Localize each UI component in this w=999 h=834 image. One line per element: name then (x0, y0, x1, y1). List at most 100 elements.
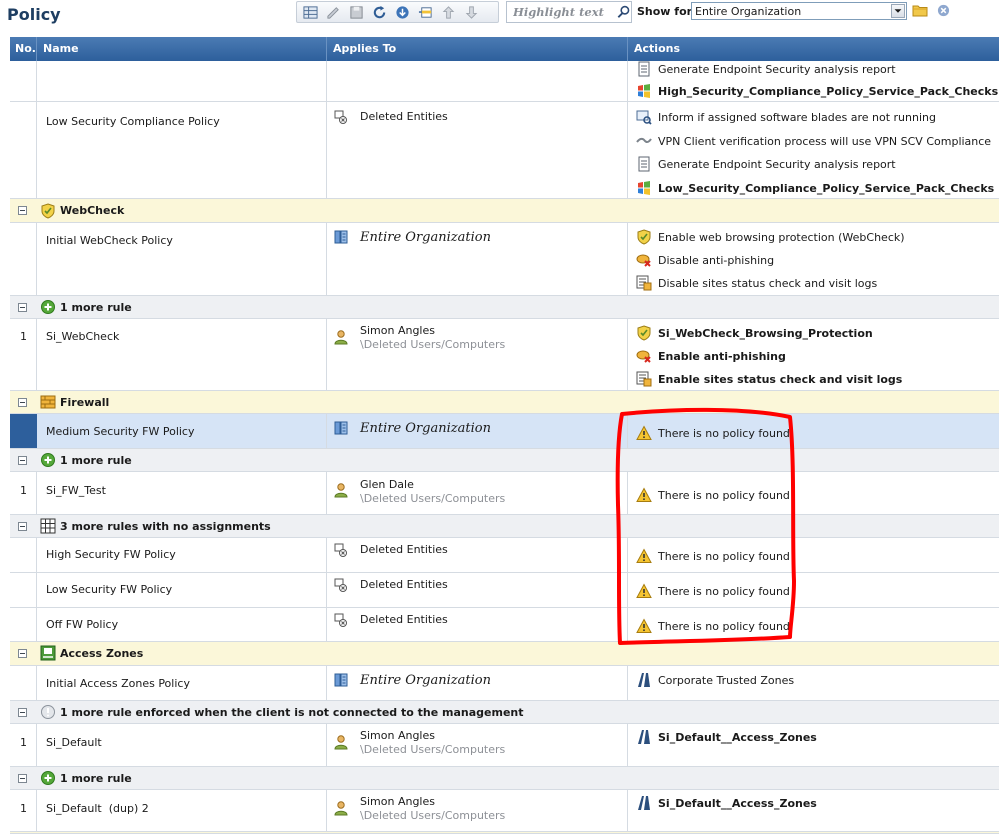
action-item[interactable]: Si_Default__Access_Zones (636, 729, 817, 745)
user-name: Glen Dale (360, 478, 414, 491)
plus-circle-icon (41, 771, 55, 785)
plus-circle-icon (41, 453, 55, 467)
rule-name: Off FW Policy (46, 618, 119, 631)
deleted-entities-icon (334, 110, 347, 124)
rule-name: Si_Default (46, 736, 102, 749)
table-row[interactable]: Initial WebCheck Policy Entire Organizat… (10, 223, 999, 296)
trusted-zones-icon (638, 796, 650, 810)
action-item[interactable]: Inform if assigned software blades are n… (636, 109, 936, 125)
warning-icon (636, 487, 652, 502)
table-row[interactable]: 1 Si_FW_Test Glen Dale \Deleted Users/Co… (10, 472, 999, 515)
grid-view-icon[interactable] (301, 3, 320, 21)
user-path: \Deleted Users/Computers (360, 743, 506, 756)
table-row[interactable]: Initial Access Zones Policy Entire Organ… (10, 666, 999, 701)
column-name[interactable]: Name (37, 37, 327, 61)
rule-name: High Security FW Policy (46, 548, 176, 561)
group-unassigned-rules[interactable]: 3 more rules with no assignments (10, 515, 999, 538)
info-icon (41, 705, 55, 719)
collapse-toggle[interactable] (18, 303, 27, 312)
column-actions[interactable]: Actions (628, 37, 999, 61)
action-item[interactable]: Generate Endpoint Security analysis repo… (636, 156, 896, 172)
table-row[interactable]: 1 Si_Default Simon Angles \Deleted Users… (10, 724, 999, 767)
collapse-toggle[interactable] (18, 774, 27, 783)
applies-to-label: Entire Organization (360, 421, 491, 436)
move-down-icon[interactable] (462, 3, 481, 21)
applies-to-label: Deleted Entities (360, 578, 448, 591)
warning-icon (636, 425, 652, 440)
chevron-down-icon[interactable] (891, 4, 905, 18)
clear-icon[interactable] (937, 4, 950, 17)
action-item[interactable]: Enable web browsing protection (WebCheck… (636, 229, 905, 245)
collapse-toggle[interactable] (18, 522, 27, 531)
action-item[interactable]: Enable anti-phishing (636, 348, 786, 364)
inform-icon (636, 110, 652, 125)
table-row[interactable]: High Security FW Policy Deleted Entities… (10, 538, 999, 573)
deleted-entities-icon (334, 578, 347, 592)
action-item[interactable]: VPN Client verification process will use… (636, 133, 991, 149)
applies-to-label: Deleted Entities (360, 110, 448, 123)
action-item[interactable]: High_Security_Compliance_Policy_Service_… (636, 83, 998, 99)
deleted-entities-icon (334, 543, 347, 557)
table-row[interactable]: Off FW Policy Deleted Entities There is … (10, 608, 999, 642)
search-icon[interactable] (617, 5, 631, 19)
collapse-toggle[interactable] (18, 398, 27, 407)
collapse-toggle[interactable] (18, 649, 27, 658)
save-icon[interactable] (347, 3, 366, 21)
grid-header: No. Name Applies To Actions (10, 37, 999, 61)
user-path: \Deleted Users/Computers (360, 338, 506, 351)
action-item[interactable]: Corporate Trusted Zones (636, 672, 794, 688)
site-log-icon (636, 371, 652, 387)
windows-icon (638, 181, 650, 195)
vpn-icon (636, 137, 652, 144)
highlight-input[interactable] (511, 3, 615, 21)
action-item[interactable]: Enable sites status check and visit logs (636, 371, 902, 387)
rule-name: Si_Default (dup) 2 (46, 802, 149, 815)
add-rule-icon[interactable] (416, 3, 435, 21)
table-row[interactable]: Low Security FW Policy Deleted Entities … (10, 573, 999, 608)
anti-phishing-icon (636, 254, 651, 267)
group-more-rule[interactable]: 1 more rule (10, 449, 999, 472)
refresh-icon[interactable] (370, 3, 389, 21)
shield-icon (637, 229, 651, 245)
action-item[interactable]: Si_WebCheck_Browsing_Protection (636, 325, 873, 341)
user-path: \Deleted Users/Computers (360, 809, 506, 822)
access-zones-icon (40, 645, 56, 661)
column-applies-to[interactable]: Applies To (327, 37, 628, 61)
show-for-select[interactable]: Entire Organization (691, 2, 907, 20)
group-more-rule[interactable]: 1 more rule (10, 296, 999, 319)
group-webcheck[interactable]: WebCheck (10, 199, 999, 223)
table-row[interactable]: Generate Endpoint Security analysis repo… (10, 61, 999, 102)
group-firewall[interactable]: Firewall (10, 391, 999, 414)
action-item[interactable]: Low_Security_Compliance_Policy_Service_P… (636, 180, 994, 196)
table-row[interactable]: Low Security Compliance Policy Deleted E… (10, 102, 999, 199)
collapse-toggle[interactable] (18, 708, 27, 717)
install-icon[interactable] (393, 3, 412, 21)
edit-icon[interactable] (324, 3, 343, 21)
move-up-icon[interactable] (439, 3, 458, 21)
applies-to-label: Deleted Entities (360, 613, 448, 626)
highlight-search-box (506, 1, 632, 23)
organization-icon (334, 421, 348, 435)
rule-name: Si_WebCheck (46, 330, 120, 343)
folder-icon[interactable] (912, 3, 928, 17)
collapse-toggle[interactable] (18, 456, 27, 465)
user-path: \Deleted Users/Computers (360, 492, 506, 505)
applies-to-label: Entire Organization (360, 230, 491, 245)
table-row[interactable]: 1 Si_Default (dup) 2 Simon Angles \Delet… (10, 790, 999, 832)
applies-to-label: Entire Organization (360, 673, 491, 688)
rule-name: Low Security Compliance Policy (46, 115, 220, 128)
group-disconnected-rule[interactable]: 1 more rule enforced when the client is … (10, 701, 999, 724)
group-more-rule[interactable]: 1 more rule (10, 767, 999, 790)
collapse-toggle[interactable] (18, 206, 27, 215)
action-item[interactable]: Disable sites status check and visit log… (636, 275, 877, 291)
warning-icon (636, 548, 652, 563)
action-item[interactable]: Disable anti-phishing (636, 252, 774, 268)
table-row[interactable]: 1 Si_WebCheck Simon Angles \Deleted User… (10, 319, 999, 391)
table-row-selected[interactable]: Medium Security FW Policy Entire Organiz… (10, 414, 999, 449)
column-no[interactable]: No. (10, 37, 37, 61)
action-item[interactable]: Si_Default__Access_Zones (636, 795, 817, 811)
user-icon (334, 330, 348, 345)
action-item[interactable]: Generate Endpoint Security analysis repo… (636, 61, 896, 77)
organization-icon (334, 230, 348, 244)
group-access-zones[interactable]: Access Zones (10, 642, 999, 666)
